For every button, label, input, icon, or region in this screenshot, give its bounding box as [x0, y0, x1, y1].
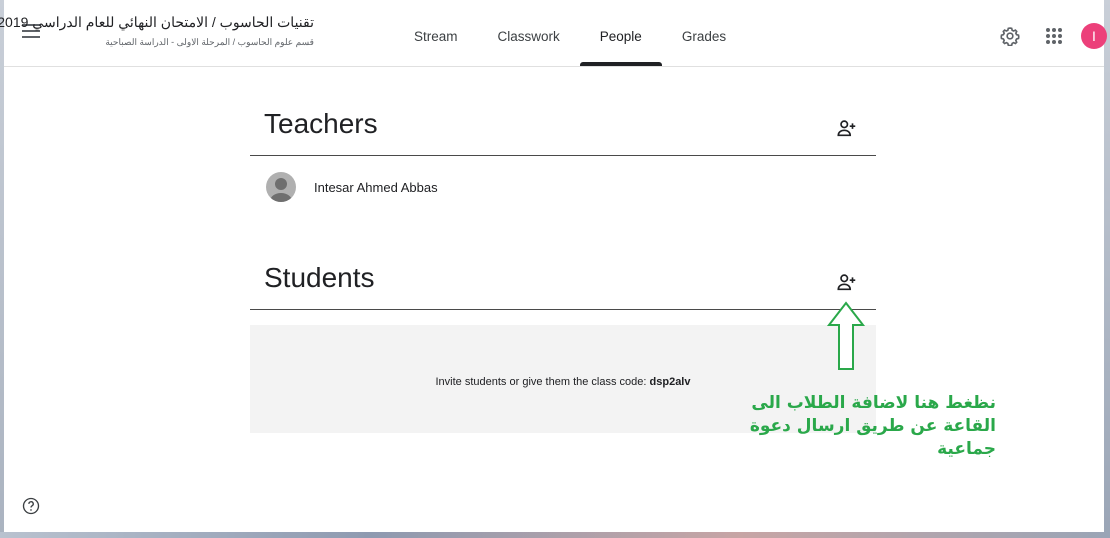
annotation-line-3: جماعية	[937, 439, 996, 459]
invite-message: Invite students or give them the class c…	[250, 376, 876, 388]
top-app-bar: تقنيات الحاسوب / الامتحان النهائي للعام …	[0, 0, 1107, 67]
class-tabs: Stream Classwork People Grades	[394, 0, 746, 66]
instruction-annotation: نظغط هنا لاضافة الطلاب الى القاعة عن طري…	[730, 392, 996, 461]
tab-stream[interactable]: Stream	[394, 0, 478, 66]
class-title: تقنيات الحاسوب / الامتحان النهائي للعام …	[0, 14, 314, 30]
gear-icon[interactable]	[1000, 26, 1020, 46]
tab-classwork[interactable]: Classwork	[478, 0, 580, 66]
annotation-line-1: نظغط هنا لاضافة الطلاب الى	[751, 393, 996, 413]
apps-grid-icon[interactable]	[1046, 28, 1062, 44]
teachers-divider	[250, 155, 876, 156]
invite-students-icon[interactable]	[836, 271, 858, 293]
screenshot-frame-right	[1104, 0, 1110, 538]
annotation-line-2: القاعة عن طريق ارسال دعوة	[749, 416, 996, 436]
screenshot-frame-bottom	[0, 532, 1110, 538]
help-icon[interactable]	[22, 497, 40, 515]
teacher-name: Intesar Ahmed Abbas	[314, 179, 438, 195]
tab-grades[interactable]: Grades	[662, 0, 746, 66]
teachers-heading: Teachers	[264, 108, 378, 139]
tab-people[interactable]: People	[579, 0, 662, 66]
arrow-up-annotation-icon	[826, 301, 866, 370]
avatar	[266, 172, 296, 202]
teacher-list-item[interactable]: Intesar Ahmed Abbas	[266, 171, 438, 203]
class-code[interactable]: dsp2alv	[650, 376, 691, 388]
account-avatar[interactable]: I	[1081, 23, 1107, 49]
class-title-block[interactable]: تقنيات الحاسوب / الامتحان النهائي للعام …	[0, 14, 314, 48]
students-heading: Students	[264, 262, 375, 293]
students-divider	[250, 309, 876, 310]
invite-teacher-icon[interactable]	[836, 117, 858, 139]
screenshot-frame-left	[0, 0, 4, 538]
invite-prefix: Invite students or give them the class c…	[435, 376, 650, 388]
class-subtitle: قسم علوم الحاسوب / المرحلة الاولى - الدر…	[105, 37, 314, 47]
